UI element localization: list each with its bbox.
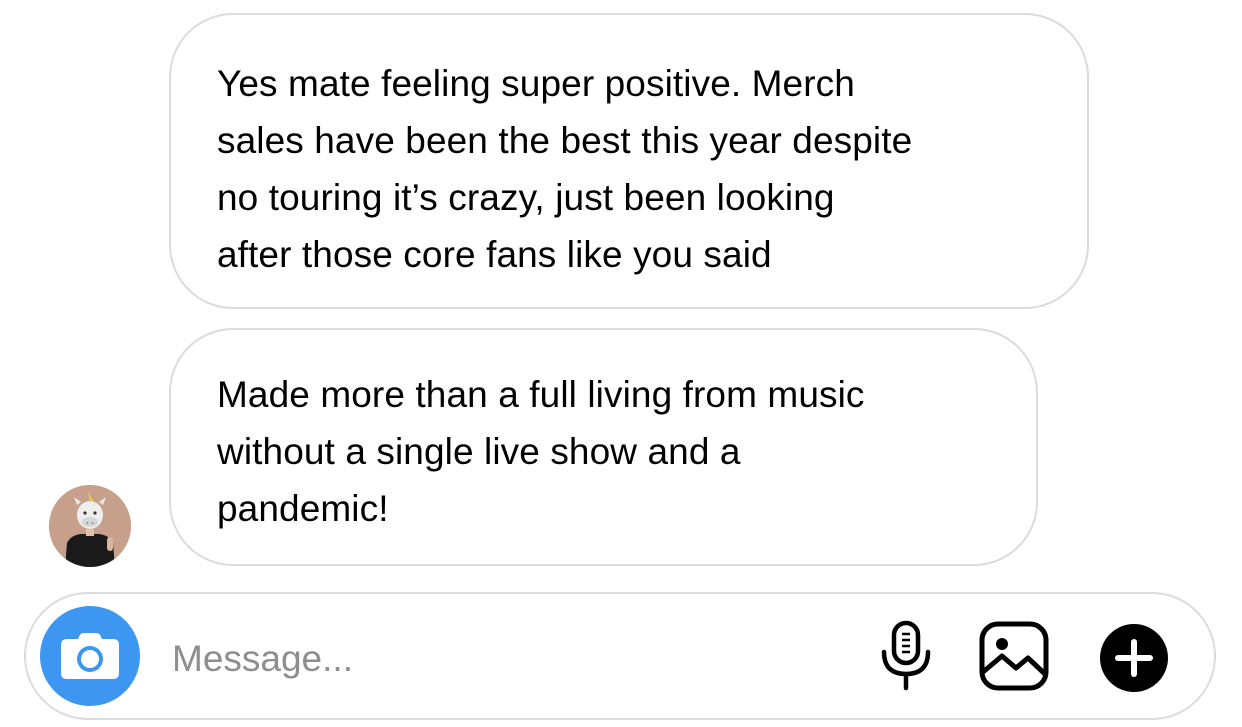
plus-icon	[1100, 624, 1168, 692]
camera-icon	[61, 633, 119, 679]
image-gallery-icon	[979, 621, 1049, 691]
voice-message-button[interactable]	[866, 616, 946, 696]
message-bubble[interactable]: Made more than a full living from music …	[169, 328, 1038, 566]
message-bubble[interactable]: Yes mate feeling super positive. Merch s…	[169, 13, 1089, 309]
unicorn-mask-person-icon	[49, 485, 131, 567]
message-input[interactable]	[172, 634, 732, 684]
message-text-line: sales have been the best this year despi…	[217, 120, 913, 161]
message-text-line: no touring it’s crazy, just been looking	[217, 177, 835, 218]
message-text-line: without a single live show and a	[217, 431, 741, 472]
message-text-line: after those core fans like you said	[217, 234, 772, 275]
message-text-line: Yes mate feeling super positive. Merch	[217, 63, 855, 104]
camera-button[interactable]	[40, 606, 140, 706]
message-text-line: Made more than a full living from music	[217, 374, 865, 415]
message-composer	[24, 592, 1216, 720]
gallery-button[interactable]	[974, 616, 1054, 696]
message-text-line: pandemic!	[217, 488, 389, 529]
sender-avatar[interactable]	[49, 485, 131, 567]
more-options-button[interactable]	[1094, 618, 1174, 698]
microphone-icon	[881, 620, 931, 691]
